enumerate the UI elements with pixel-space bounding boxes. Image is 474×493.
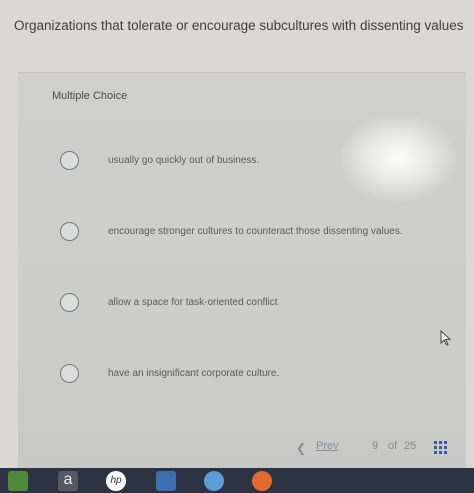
- hp-icon[interactable]: hp: [106, 471, 126, 491]
- multiple-choice-panel: Multiple Choice usually go quickly out o…: [18, 72, 466, 473]
- grid-menu-icon[interactable]: [434, 441, 448, 455]
- answer-option-2[interactable]: encourage stronger cultures to counterac…: [18, 218, 466, 248]
- answer-option-text: encourage stronger cultures to counterac…: [108, 226, 403, 237]
- store-icon[interactable]: [8, 471, 28, 491]
- answer-option-text: usually go quickly out of business.: [108, 155, 260, 166]
- mouse-pointer-icon: [440, 329, 452, 351]
- total-pages: 25: [404, 440, 417, 452]
- answer-option-3[interactable]: allow a space for task-oriented conflict: [18, 289, 466, 319]
- amazon-label: a: [63, 471, 73, 488]
- radio-button[interactable]: [60, 222, 79, 241]
- radio-button[interactable]: [60, 151, 79, 170]
- chevron-left-icon[interactable]: ❮: [296, 441, 306, 455]
- current-page: 9: [372, 440, 379, 452]
- multiple-choice-label: Multiple Choice: [52, 90, 128, 102]
- radio-button[interactable]: [60, 364, 79, 383]
- answer-option-4[interactable]: have an insignificant corporate culture.: [18, 360, 466, 390]
- taskbar: a hp: [0, 468, 474, 493]
- hp-label: hp: [110, 475, 122, 486]
- radio-button[interactable]: [60, 293, 79, 312]
- answer-option-text: have an insignificant corporate culture.: [108, 368, 280, 379]
- browser-icon[interactable]: [204, 471, 224, 491]
- answer-option-text: allow a space for task-oriented conflict: [108, 297, 278, 308]
- chrome-icon[interactable]: [252, 471, 272, 491]
- question-text: Organizations that tolerate or encourage…: [14, 18, 464, 33]
- prev-link[interactable]: Prev: [316, 440, 339, 452]
- page-of-label: of: [388, 440, 398, 452]
- photos-icon[interactable]: [156, 471, 176, 491]
- amazon-icon[interactable]: a: [58, 471, 78, 491]
- answer-option-1[interactable]: usually go quickly out of business.: [18, 147, 466, 177]
